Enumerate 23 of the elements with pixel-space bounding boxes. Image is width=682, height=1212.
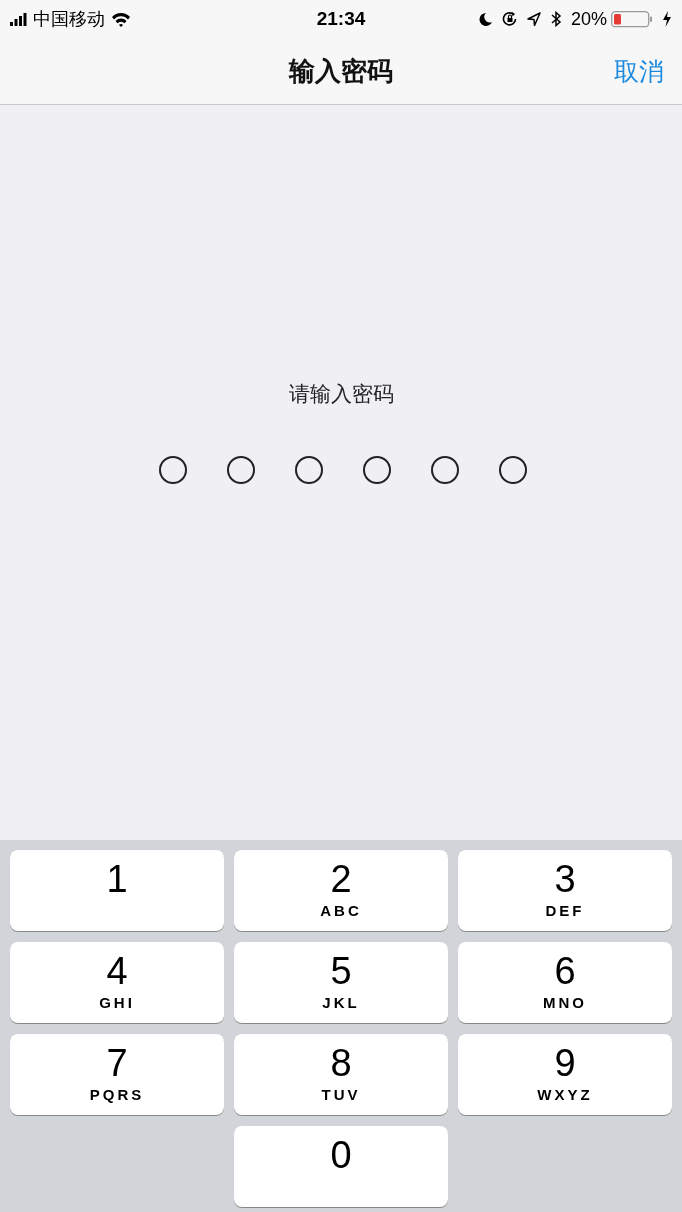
number-key[interactable]: 0: [234, 1126, 448, 1207]
battery-percentage: 20%: [571, 8, 607, 30]
number-key[interactable]: 4 GHI: [10, 942, 224, 1023]
number-key[interactable]: 3 DEF: [458, 850, 672, 931]
wifi-icon: [111, 11, 131, 27]
carrier-name: 中国移动: [33, 8, 105, 31]
location-icon: [527, 11, 541, 27]
number-key[interactable]: 8 TUV: [234, 1034, 448, 1115]
number-key[interactable]: 7 PQRS: [10, 1034, 224, 1115]
bluetooth-icon: [550, 11, 562, 27]
charging-icon: [662, 11, 672, 27]
rotation-lock-icon: [502, 11, 518, 27]
screen-title: 输入密码: [289, 54, 393, 88]
clock-time: 21:34: [316, 8, 366, 29]
number-key[interactable]: 6 MNO: [458, 942, 672, 1023]
number-key[interactable]: 1: [10, 850, 224, 931]
number-key[interactable]: 2 ABC: [234, 850, 448, 931]
passcode-prompt: 请输入密码: [288, 381, 394, 407]
battery-icon: [611, 10, 653, 28]
moon-icon: [478, 11, 493, 27]
signal-icon: [10, 12, 27, 26]
number-key[interactable]: 9 WXYZ: [458, 1034, 672, 1115]
number-key[interactable]: 5 JKL: [234, 942, 448, 1023]
